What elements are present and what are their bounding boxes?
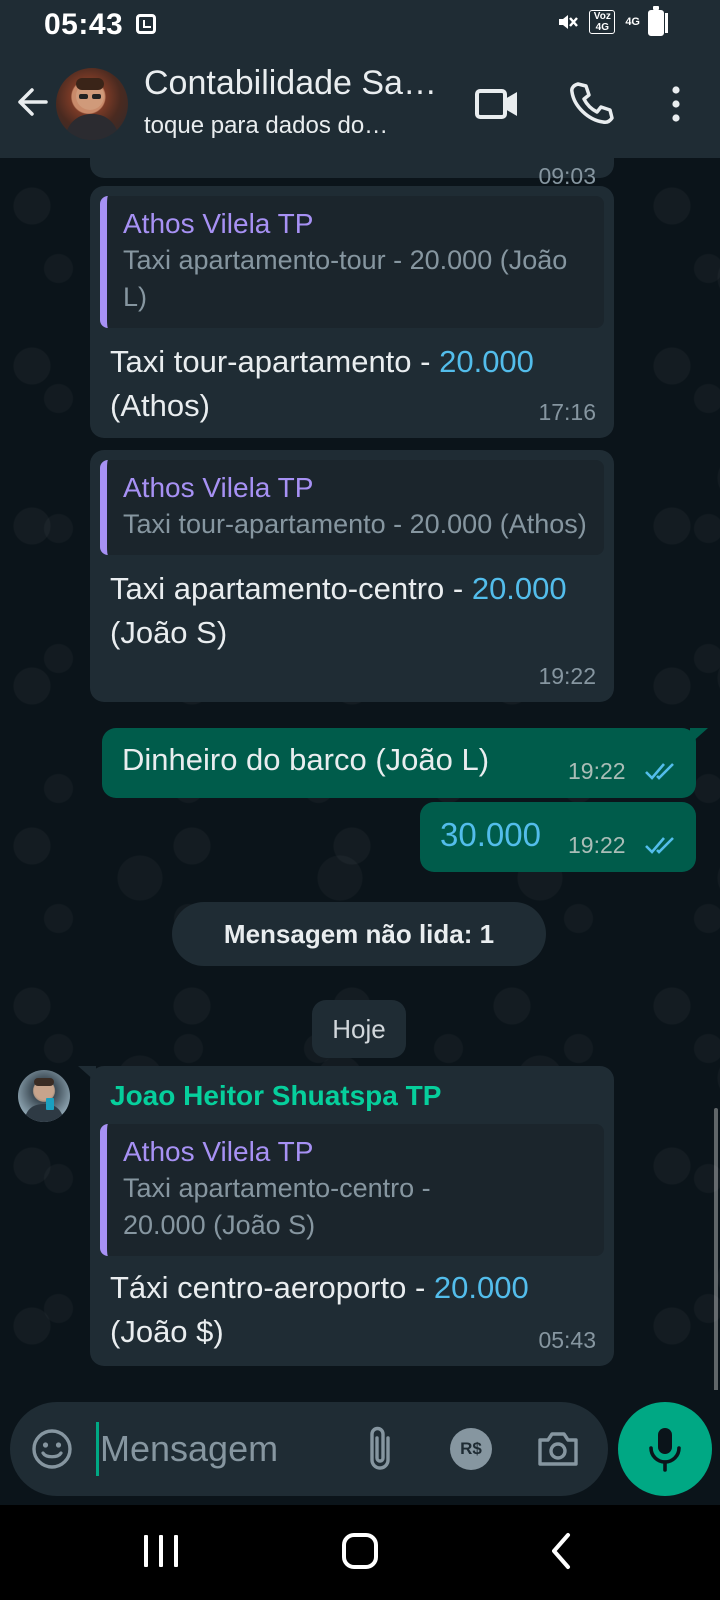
camera-icon[interactable] xyxy=(536,1428,580,1468)
message-incoming[interactable]: Joao Heitor Shuatspa TP Athos Vilela TP … xyxy=(78,1066,614,1366)
phone-icon[interactable] xyxy=(568,80,614,126)
message-time: 05:43 xyxy=(538,1327,596,1353)
payment-icon[interactable]: R$ xyxy=(450,1428,492,1470)
date-divider: Hoje xyxy=(312,1000,406,1058)
message-time: 19:22 xyxy=(568,832,626,858)
video-camera-icon[interactable] xyxy=(474,84,520,124)
chat-title[interactable]: Contabilidade Sa… xyxy=(144,64,444,103)
status-time: 05:43 xyxy=(44,8,124,41)
read-receipt-icon xyxy=(645,763,674,780)
text-cursor xyxy=(96,1422,99,1476)
message-partial[interactable]: 09:03 xyxy=(90,158,614,189)
quote-text: Taxi tour-apartamento - 20.000 (Athos) xyxy=(123,509,587,539)
message-text: Táxi centro-aeroporto - 20.000 (João $) xyxy=(110,1270,529,1349)
recents-button[interactable] xyxy=(144,1535,178,1569)
message-incoming[interactable]: Athos Vilela TP Taxi tour-apartamento - … xyxy=(90,450,614,702)
status-bar: 05:43 Voz 4G 4G xyxy=(0,0,720,50)
volte-badge: Voz 4G xyxy=(589,10,616,34)
phone-number-link[interactable]: 20.000 xyxy=(439,344,534,379)
message-time: 17:16 xyxy=(538,399,596,425)
phone-number-link[interactable]: 20.000 xyxy=(434,1270,529,1305)
read-receipt-icon xyxy=(645,837,674,854)
arrow-left-icon[interactable] xyxy=(12,82,52,122)
message-outgoing[interactable]: 30.000 19:22 xyxy=(420,802,696,872)
message-time: 19:22 xyxy=(538,663,596,689)
sender-avatar[interactable] xyxy=(18,1070,70,1122)
nav-back-icon[interactable] xyxy=(546,1531,576,1571)
quote-text: Taxi apartamento-tour - 20.000 (João L) xyxy=(123,245,568,312)
system-navigation-bar xyxy=(0,1505,720,1600)
mute-icon xyxy=(559,15,579,29)
home-button[interactable] xyxy=(342,1533,378,1569)
chat-area[interactable]: 09:03 Athos Vilela TP Taxi apartamento-t… xyxy=(0,158,720,1390)
quote-sender: Athos Vilela TP xyxy=(123,1136,314,1167)
scrollbar[interactable] xyxy=(714,1108,718,1390)
message-incoming[interactable]: Athos Vilela TP Taxi apartamento-tour - … xyxy=(90,186,614,438)
paperclip-icon[interactable] xyxy=(362,1424,402,1474)
message-input[interactable] xyxy=(100,1402,350,1496)
quoted-message[interactable]: Athos Vilela TP Taxi tour-apartamento - … xyxy=(100,460,604,555)
bubble-tail xyxy=(690,728,708,744)
unread-messages-divider: Mensagem não lida: 1 xyxy=(172,902,546,966)
group-avatar[interactable] xyxy=(56,68,128,140)
message-text: Taxi tour-apartamento - 20.000 (Athos) xyxy=(110,344,534,423)
alarm-icon xyxy=(136,14,156,34)
microphone-icon xyxy=(649,1428,681,1472)
emoji-icon[interactable] xyxy=(30,1427,74,1471)
quote-sender: Athos Vilela TP xyxy=(123,208,314,239)
phone-number-link[interactable]: 20.000 xyxy=(472,571,567,606)
quoted-message[interactable]: Athos Vilela TP Taxi apartamento-centro … xyxy=(100,1124,604,1256)
bubble-tail xyxy=(78,1066,96,1082)
message-outgoing[interactable]: Dinheiro do barco (João L) 19:22 xyxy=(102,728,708,798)
quote-text: Taxi apartamento-centro - 20.000 (João S… xyxy=(123,1173,431,1240)
voice-record-button[interactable] xyxy=(618,1402,712,1496)
message-text: Taxi apartamento-centro - 20.000 (João S… xyxy=(110,571,567,650)
message-composer: R$ xyxy=(10,1402,608,1496)
phone-number-link[interactable]: 30.000 xyxy=(440,816,541,854)
battery-icon xyxy=(648,6,664,36)
quote-sender: Athos Vilela TP xyxy=(123,472,314,503)
chat-subtitle[interactable]: toque para dados do… xyxy=(144,112,434,140)
network-type: 4G xyxy=(625,16,640,28)
quoted-message[interactable]: Athos Vilela TP Taxi apartamento-tour - … xyxy=(100,196,604,328)
message-sender-name[interactable]: Joao Heitor Shuatspa TP xyxy=(100,1076,604,1124)
message-text: Dinheiro do barco (João L) xyxy=(122,742,490,777)
message-time: 19:22 xyxy=(568,758,626,784)
more-vertical-icon[interactable] xyxy=(662,82,690,126)
chat-header: Contabilidade Sa… toque para dados do… xyxy=(0,50,720,158)
